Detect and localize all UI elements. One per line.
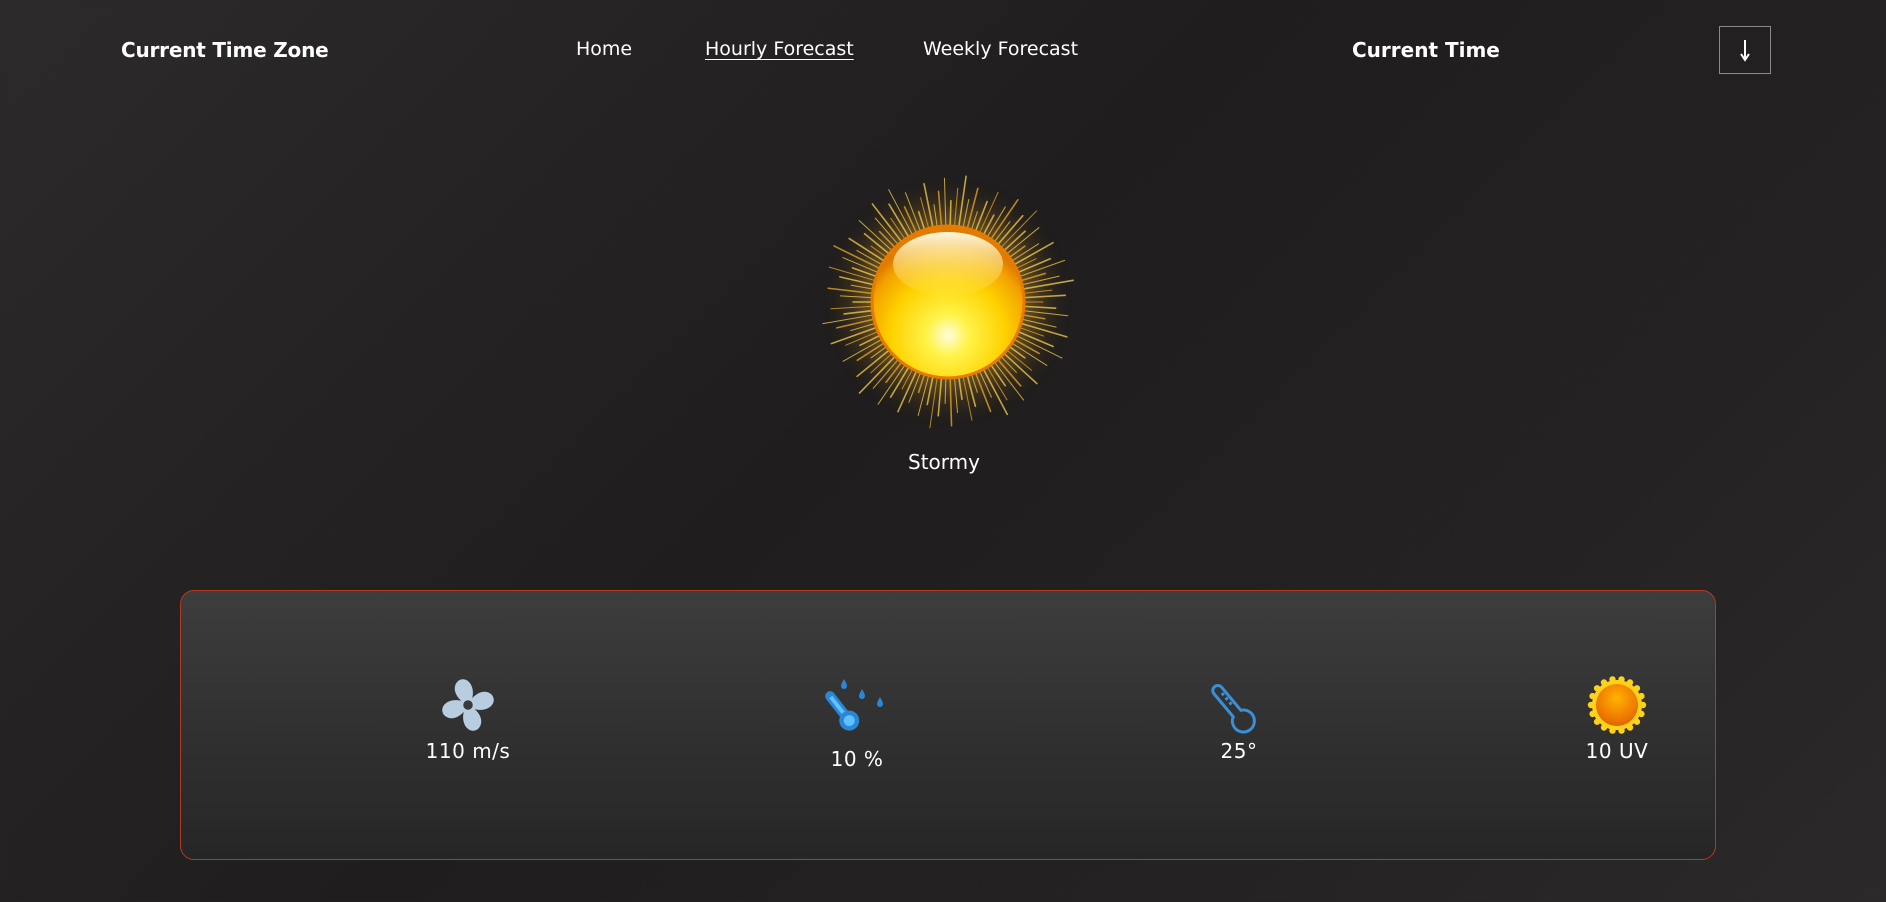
nav-weekly-forecast-link[interactable]: Weekly Forecast: [923, 38, 1078, 60]
current-time-label: Current Time: [1352, 38, 1500, 62]
temperature-stat: 25°: [1149, 673, 1329, 763]
wind-speed-value: 110 m/s: [425, 739, 511, 763]
nav-home-link[interactable]: Home: [576, 38, 632, 60]
weather-condition-sun-icon: [818, 172, 1078, 432]
humidity-value: 10 %: [830, 747, 884, 771]
uv-index-value: 10 UV: [1585, 739, 1649, 763]
humidity-stat: 10 %: [767, 671, 947, 771]
brand-title: Current Time Zone: [121, 38, 329, 62]
nav-hourly-forecast-link[interactable]: Hourly Forecast: [705, 38, 854, 60]
thermometer-icon: [1211, 684, 1256, 734]
arrow-down-icon: [1740, 40, 1750, 62]
scroll-down-button[interactable]: [1719, 26, 1771, 74]
sun-badge-icon: [1587, 676, 1647, 734]
weather-condition-label: Stormy: [908, 450, 980, 474]
thermometer-droplets-icon: [825, 679, 883, 731]
fan-icon: [442, 679, 494, 731]
temperature-value: 25°: [1220, 739, 1258, 763]
uv-index-stat: 10 UV: [1527, 673, 1707, 763]
top-navigation: Current Time Zone Home Hourly Forecast W…: [0, 0, 1886, 102]
weather-stats-panel: 110 m/s 10 % 25° 10 UV: [180, 590, 1716, 860]
wind-speed-stat: 110 m/s: [378, 673, 558, 763]
